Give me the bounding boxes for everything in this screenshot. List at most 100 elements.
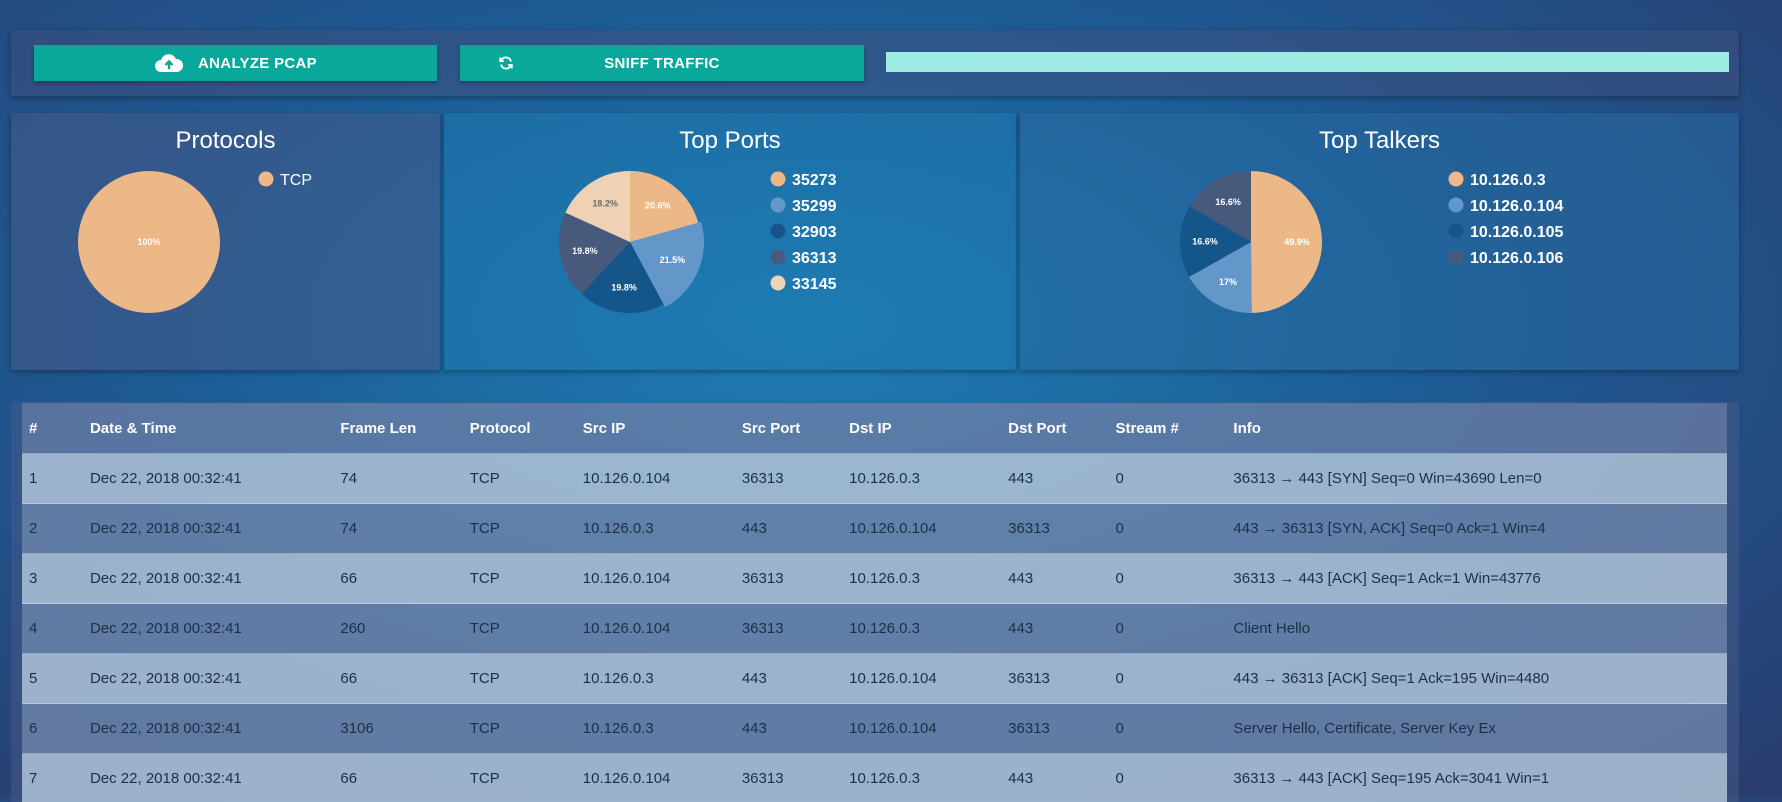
table-cell: 36313 (1001, 704, 1108, 754)
sniff-traffic-button[interactable]: SNIFF TRAFFIC (460, 45, 864, 81)
table-cell: 5 (22, 654, 83, 704)
legend-item-32903[interactable]: 32903 (792, 224, 837, 241)
table-cell: 74 (333, 504, 462, 554)
legend-swatch (1449, 250, 1464, 265)
column-header-3[interactable]: Protocol (463, 403, 576, 454)
column-header-6[interactable]: Dst IP (842, 403, 1001, 454)
table-cell: 443 → 36313 [ACK] Seq=1 Ack=195 Win=4480 (1226, 654, 1727, 704)
table-cell: 0 (1108, 554, 1226, 604)
table-cell: 7 (22, 754, 83, 802)
table-cell: TCP (463, 504, 576, 554)
table-cell: 10.126.0.104 (842, 654, 1001, 704)
legend-item-10.126.0.104[interactable]: 10.126.0.104 (1470, 198, 1564, 215)
top-talkers-panel: Top Talkers 49.9%17%16.6%16.6%10.126.0.3… (1020, 113, 1739, 370)
table-cell: TCP (463, 604, 576, 654)
column-header-1[interactable]: Date & Time (83, 403, 333, 454)
table-row[interactable]: 7Dec 22, 2018 00:32:4166TCP10.126.0.1043… (22, 754, 1727, 802)
legend-swatch (1449, 224, 1464, 239)
legend-swatch (771, 250, 786, 265)
legend-swatch (259, 172, 274, 187)
table-cell: 10.126.0.104 (576, 554, 735, 604)
table-cell: 0 (1108, 454, 1226, 504)
pie-value-label: 19.8% (572, 246, 598, 256)
pie-value-label: 20.6% (645, 200, 671, 210)
table-cell: 1 (22, 454, 83, 504)
table-row[interactable]: 5Dec 22, 2018 00:32:4166TCP10.126.0.3443… (22, 654, 1727, 704)
table-cell: 10.126.0.104 (842, 704, 1001, 754)
table-cell: 0 (1108, 504, 1226, 554)
legend-item-35273[interactable]: 35273 (792, 172, 837, 189)
table-row[interactable]: 3Dec 22, 2018 00:32:4166TCP10.126.0.1043… (22, 554, 1727, 604)
top-ports-pie-chart: 20.6%21.5%19.8%19.8%18.2%352733529932903… (444, 113, 1016, 370)
table-cell: 4 (22, 604, 83, 654)
table-cell: 36313 (735, 754, 842, 802)
table-header-row: #Date & TimeFrame LenProtocolSrc IPSrc P… (22, 403, 1727, 454)
table-row[interactable]: 4Dec 22, 2018 00:32:41260TCP10.126.0.104… (22, 604, 1727, 654)
column-header-7[interactable]: Dst Port (1001, 403, 1108, 454)
legend-item-TCP[interactable]: TCP (280, 172, 312, 189)
table-cell: 10.126.0.104 (842, 504, 1001, 554)
table-cell: 36313 → 443 [ACK] Seq=1 Ack=1 Win=43776 (1226, 554, 1727, 604)
table-cell: 36313 (1001, 504, 1108, 554)
pie-value-label: 16.6% (1215, 197, 1241, 207)
legend-swatch (1449, 198, 1464, 213)
top-talkers-pie-chart: 49.9%17%16.6%16.6%10.126.0.310.126.0.104… (1020, 113, 1739, 370)
legend-item-10.126.0.3[interactable]: 10.126.0.3 (1470, 172, 1546, 189)
legend-swatch (771, 198, 786, 213)
top-ports-panel: Top Ports 20.6%21.5%19.8%19.8%18.2%35273… (444, 113, 1016, 370)
table-cell: Dec 22, 2018 00:32:41 (83, 454, 333, 504)
table-row[interactable]: 2Dec 22, 2018 00:32:4174TCP10.126.0.3443… (22, 504, 1727, 554)
table-cell: 443 (1001, 604, 1108, 654)
legend-item-36313[interactable]: 36313 (792, 250, 837, 267)
column-header-2[interactable]: Frame Len (333, 403, 462, 454)
column-header-0[interactable]: # (22, 403, 83, 454)
table-cell: 10.126.0.3 (842, 754, 1001, 802)
progress-bar (886, 52, 1729, 72)
table-cell: 10.126.0.104 (576, 754, 735, 802)
pie-value-label: 49.9% (1284, 237, 1310, 247)
table-cell: 10.126.0.3 (842, 554, 1001, 604)
pie-value-label: 16.6% (1192, 237, 1218, 247)
legend-item-10.126.0.106[interactable]: 10.126.0.106 (1470, 250, 1564, 267)
column-header-5[interactable]: Src Port (735, 403, 842, 454)
table-cell: Dec 22, 2018 00:32:41 (83, 604, 333, 654)
table-cell: 36313 (735, 604, 842, 654)
legend-swatch (771, 276, 786, 291)
column-header-9[interactable]: Info (1226, 403, 1727, 454)
table-cell: 443 (735, 654, 842, 704)
pie-value-label: 21.5% (660, 255, 686, 265)
table-cell: 10.126.0.104 (576, 454, 735, 504)
table-cell: 3 (22, 554, 83, 604)
table-row[interactable]: 1Dec 22, 2018 00:32:4174TCP10.126.0.1043… (22, 454, 1727, 504)
table-cell: 10.126.0.3 (842, 454, 1001, 504)
analyze-pcap-button[interactable]: ANALYZE PCAP (34, 45, 437, 81)
refresh-icon (498, 55, 514, 71)
table-cell: TCP (463, 554, 576, 604)
table-cell: 443 (735, 504, 842, 554)
table-cell: 260 (333, 604, 462, 654)
packet-table: #Date & TimeFrame LenProtocolSrc IPSrc P… (22, 403, 1727, 802)
legend-item-10.126.0.105[interactable]: 10.126.0.105 (1470, 224, 1564, 241)
packet-table-container: #Date & TimeFrame LenProtocolSrc IPSrc P… (11, 402, 1739, 802)
table-cell: 10.126.0.3 (576, 704, 735, 754)
table-cell: Dec 22, 2018 00:32:41 (83, 754, 333, 802)
progress-bar-fill (886, 52, 1729, 72)
column-header-8[interactable]: Stream # (1108, 403, 1226, 454)
legend-item-33145[interactable]: 33145 (792, 276, 837, 293)
table-cell: Dec 22, 2018 00:32:41 (83, 704, 333, 754)
legend-swatch (771, 224, 786, 239)
table-row[interactable]: 6Dec 22, 2018 00:32:413106TCP10.126.0.34… (22, 704, 1727, 754)
table-cell: 66 (333, 554, 462, 604)
cloud-upload-icon (154, 53, 184, 73)
table-cell: 0 (1108, 704, 1226, 754)
table-cell: 10.126.0.3 (842, 604, 1001, 654)
table-cell: 3106 (333, 704, 462, 754)
table-cell: Server Hello, Certificate, Server Key Ex (1226, 704, 1727, 754)
table-cell: TCP (463, 704, 576, 754)
table-cell: TCP (463, 454, 576, 504)
table-cell: 443 → 36313 [SYN, ACK] Seq=0 Ack=1 Win=4 (1226, 504, 1727, 554)
legend-item-35299[interactable]: 35299 (792, 198, 837, 215)
column-header-4[interactable]: Src IP (576, 403, 735, 454)
legend-swatch (771, 172, 786, 187)
table-body: 1Dec 22, 2018 00:32:4174TCP10.126.0.1043… (22, 454, 1727, 802)
